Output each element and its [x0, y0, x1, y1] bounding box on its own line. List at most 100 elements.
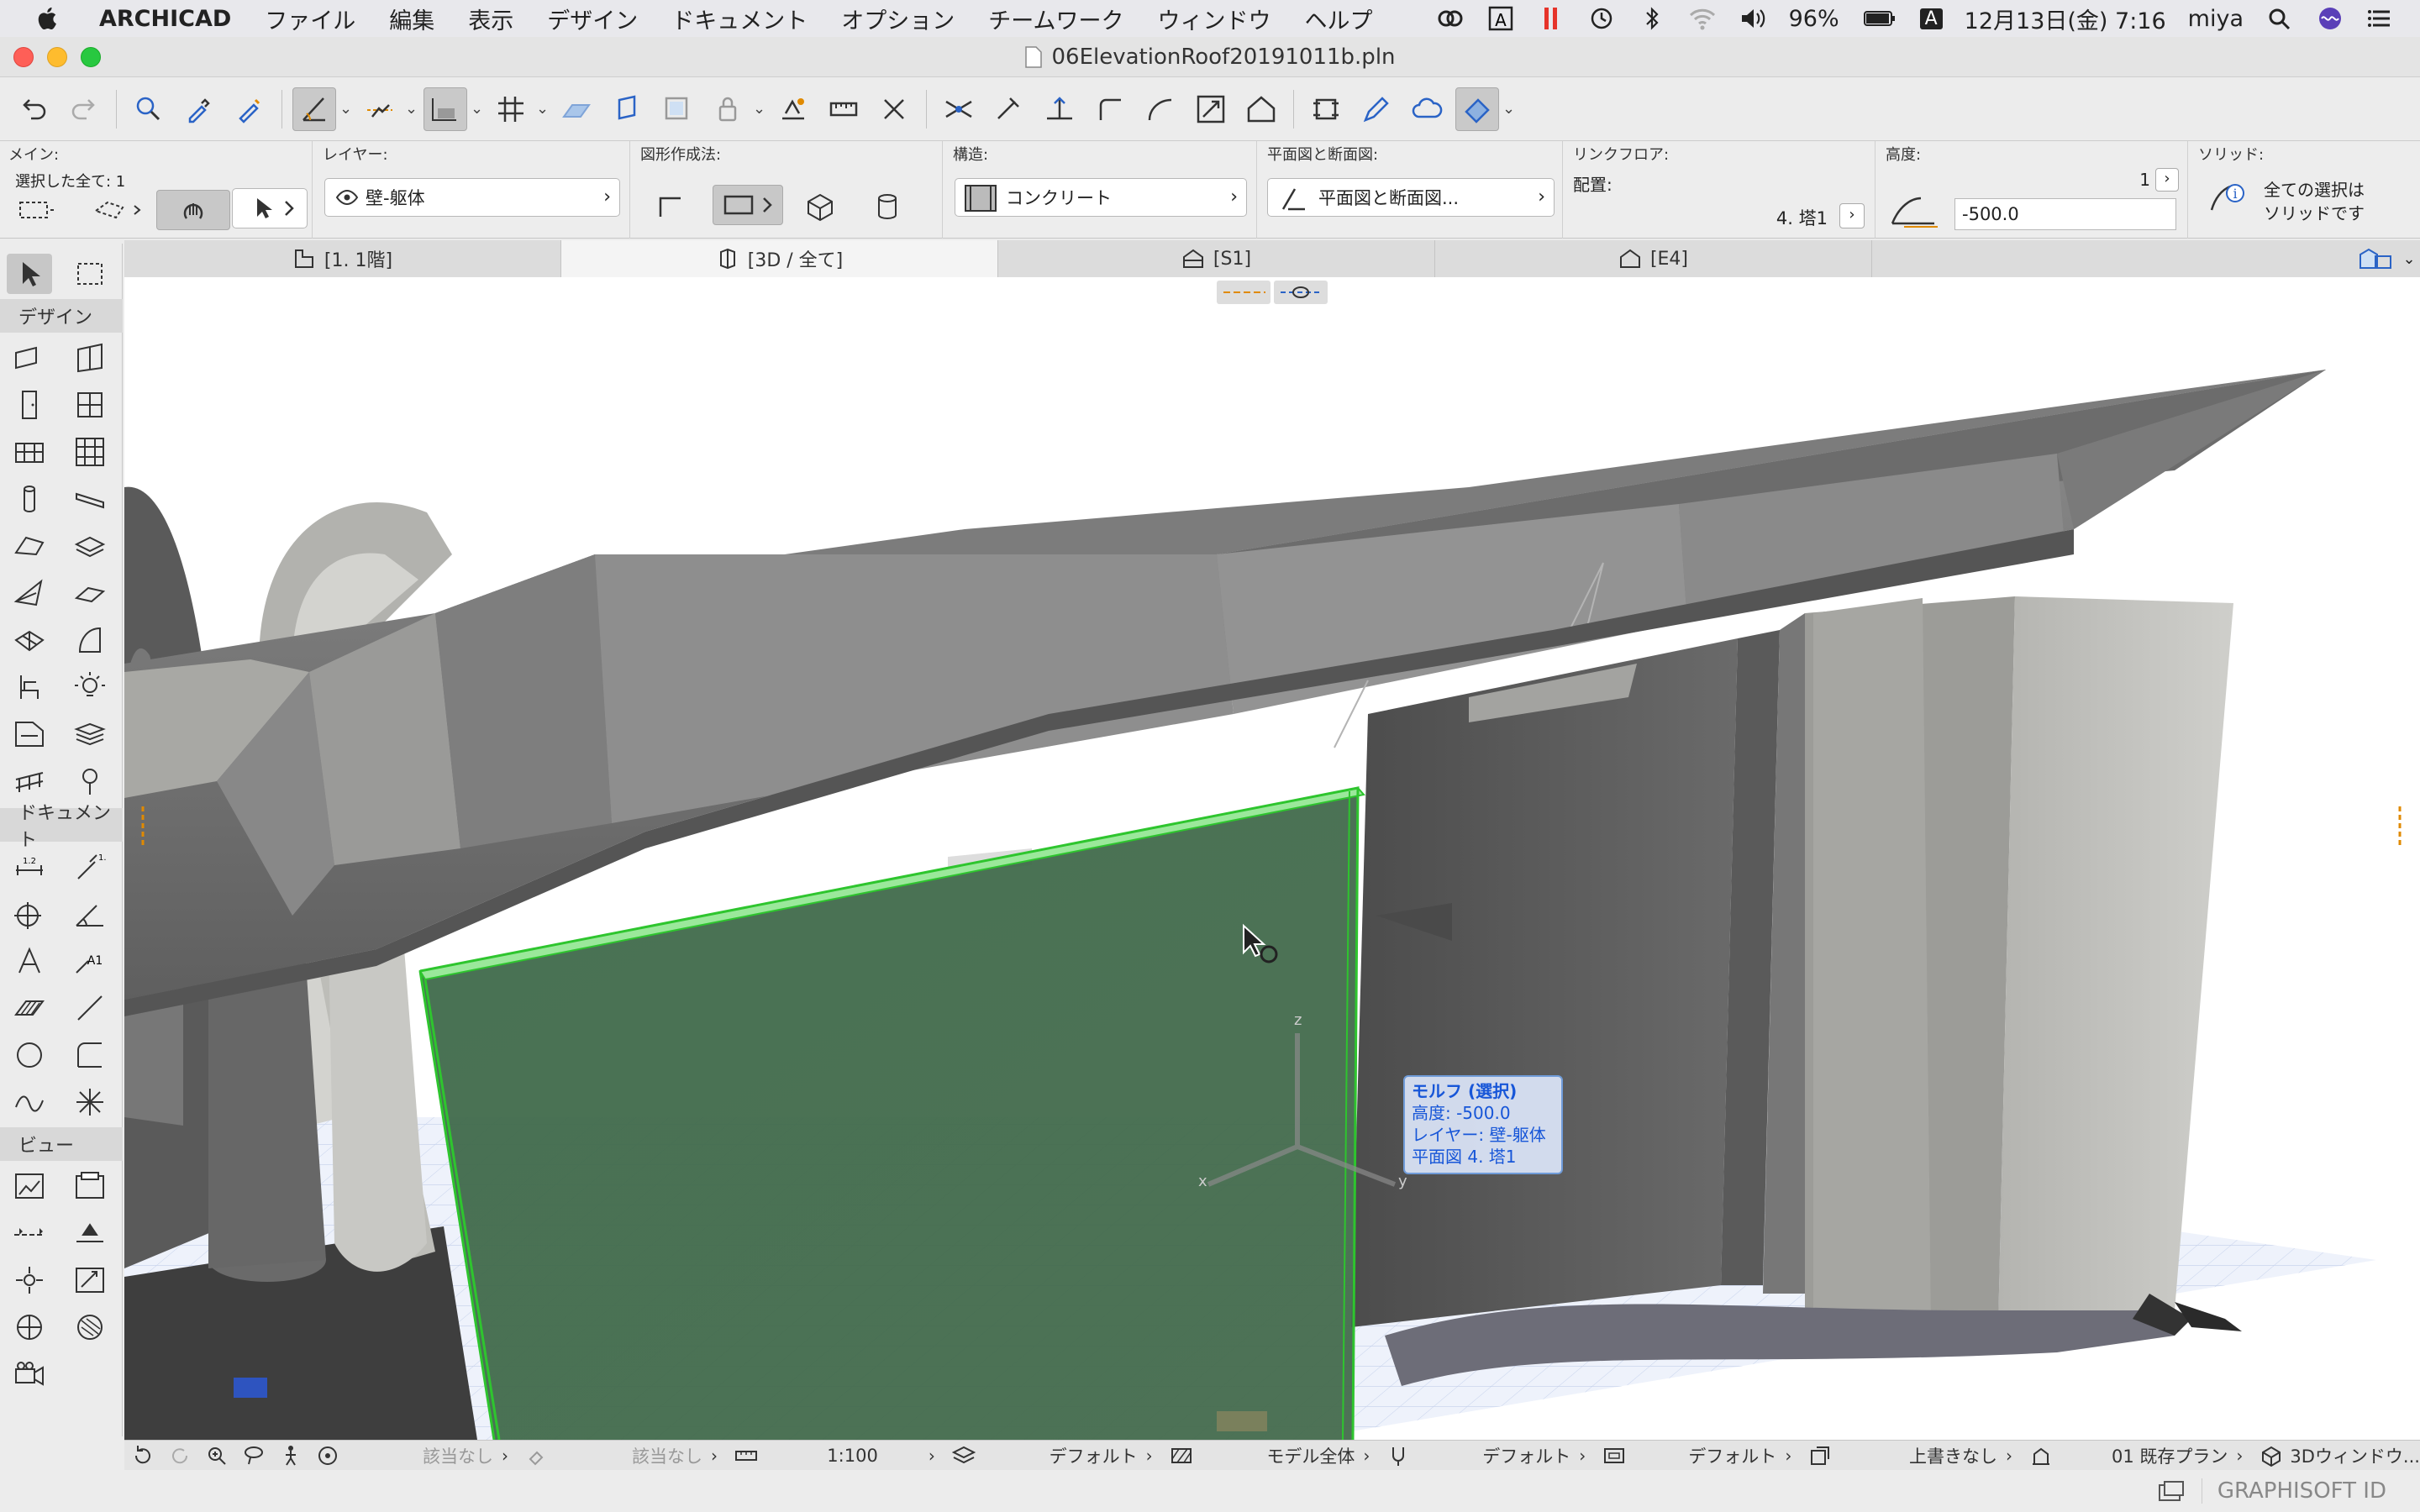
height-reference-button[interactable]: ›: [2155, 168, 2179, 192]
time-machine-icon[interactable]: [1587, 6, 1616, 31]
slab-tool[interactable]: [67, 526, 113, 566]
grid-snap-button[interactable]: [489, 87, 533, 131]
layer-selector[interactable]: 壁-躯体 ›: [324, 178, 620, 217]
interior-elevation-tool[interactable]: [7, 1307, 52, 1347]
minimize-window-button[interactable]: [47, 47, 67, 67]
redo-zoom-icon-wrap[interactable]: [518, 1441, 555, 1471]
section-tool[interactable]: [7, 1213, 52, 1253]
battery-icon[interactable]: [1861, 6, 1898, 31]
menu-teamwork[interactable]: チームワーク: [971, 3, 1140, 35]
siri-icon[interactable]: [2316, 6, 2344, 31]
panel-toggle-icon[interactable]: [2156, 1478, 2186, 1504]
mesh-tool[interactable]: [67, 573, 113, 613]
skylight-tool[interactable]: [67, 761, 113, 801]
trim-button[interactable]: [987, 87, 1031, 131]
menu-file[interactable]: ファイル: [248, 3, 372, 35]
plane-grid-button[interactable]: [555, 87, 598, 131]
level-dimension-tool[interactable]: 1.2: [67, 847, 113, 887]
undo-button[interactable]: [12, 87, 55, 131]
polyline-tool[interactable]: [67, 1035, 113, 1075]
zone-tool[interactable]: [7, 714, 52, 754]
roof-tool-button[interactable]: [1239, 87, 1283, 131]
redo-zoom-dropdown[interactable]: 該当なし ›: [555, 1441, 728, 1471]
element-settings-button[interactable]: [1304, 87, 1348, 131]
menubar-user[interactable]: miya: [2188, 6, 2244, 32]
zoom-window-button[interactable]: [81, 47, 101, 67]
marquee-tool[interactable]: [67, 254, 113, 294]
renovation-dropdown[interactable]: 01 既存プラン ›: [2060, 1441, 2253, 1471]
worksheet-tool[interactable]: [67, 1260, 113, 1300]
3d-model-scene[interactable]: z x y: [124, 277, 2420, 1440]
menu-document[interactable]: ドキュメント: [655, 3, 824, 35]
marquee-shape-button[interactable]: [86, 190, 150, 230]
geometry-rectangle-button[interactable]: [713, 185, 783, 225]
apple-icon[interactable]: [34, 4, 62, 33]
elevation-tool[interactable]: [67, 1213, 113, 1253]
wifi-icon[interactable]: [1688, 6, 1717, 31]
menu-options[interactable]: オプション: [824, 3, 971, 35]
model-view-dropdown-status[interactable]: モデル全体 ›: [1200, 1441, 1381, 1471]
angle-dimension-tool[interactable]: [67, 894, 113, 934]
object-tool[interactable]: [7, 667, 52, 707]
arrow-tool-button[interactable]: [232, 188, 308, 228]
undo-zoom-dropdown[interactable]: 該当なし ›: [346, 1441, 518, 1471]
spotlight-search-icon[interactable]: [2265, 6, 2294, 31]
dimension-tool[interactable]: 1.2: [7, 847, 52, 887]
menu-view[interactable]: 表示: [451, 3, 530, 35]
guide-lines-dropdown[interactable]: ⌄: [339, 100, 355, 118]
snap-guides-dropdown[interactable]: ⌄: [405, 100, 420, 118]
arc-circle-tool[interactable]: [7, 1035, 52, 1075]
orbit-button[interactable]: [309, 1441, 346, 1471]
menu-app-archicad[interactable]: ARCHICAD: [82, 6, 248, 32]
walk-button[interactable]: [272, 1441, 309, 1471]
railing-tool[interactable]: [7, 761, 52, 801]
menu-window[interactable]: ウィンドウ: [1140, 3, 1287, 35]
stair-tool[interactable]: [67, 620, 113, 660]
layer-combo-dropdown[interactable]: デフォルト ›: [982, 1441, 1163, 1471]
lock-selection-button[interactable]: [156, 190, 230, 230]
plan-section-selector[interactable]: 平面図と断面図... ›: [1267, 178, 1555, 217]
tab-floor-plan[interactable]: [1. 1階]: [124, 240, 561, 277]
tab-elevation-e4[interactable]: [E4]: [1435, 240, 1872, 277]
toolbox-document-group[interactable]: ドキュメント: [0, 803, 123, 851]
toolbox-design-group[interactable]: デザイン: [0, 299, 123, 333]
selected-morph[interactable]: [418, 786, 1365, 1440]
radial-dimension-tool[interactable]: [7, 894, 52, 934]
show-hide-button[interactable]: [655, 87, 699, 131]
redo-view-button[interactable]: [161, 1441, 198, 1471]
pick-up-parameters-button[interactable]: [177, 87, 221, 131]
text-input-icon[interactable]: A: [1486, 6, 1515, 31]
menubar-clock[interactable]: 12月13日(金) 7:16: [1965, 3, 2166, 35]
volume-icon[interactable]: [1739, 6, 1767, 31]
graphisoft-id-label[interactable]: GRAPHISOFT ID: [2217, 1478, 2386, 1504]
scale-dropdown[interactable]: 1:100 ›: [765, 1441, 945, 1471]
suspend-groups-dropdown[interactable]: ⌄: [753, 100, 768, 118]
trace-button[interactable]: [605, 87, 649, 131]
roof-tool[interactable]: [7, 526, 52, 566]
tab-3d-view[interactable]: [3D / 全て]: [561, 240, 998, 277]
notification-center-icon[interactable]: [2366, 6, 2395, 31]
measure-button[interactable]: [822, 87, 865, 131]
geometry-box-button[interactable]: [800, 186, 840, 227]
column-tool[interactable]: [7, 432, 52, 472]
pause-recording-icon[interactable]: [1537, 6, 1565, 31]
line-tool[interactable]: [67, 988, 113, 1028]
model-view-dropdown[interactable]: ⌄: [1502, 100, 1518, 118]
structure-selector[interactable]: コンクリート ›: [955, 178, 1247, 217]
creative-cloud-icon[interactable]: [1436, 6, 1465, 31]
geometry-revolve-button[interactable]: [867, 186, 908, 227]
bimcloud-button[interactable]: [1405, 87, 1449, 131]
toolbox-view-group[interactable]: ビュー: [0, 1127, 123, 1161]
menu-edit[interactable]: 編集: [372, 3, 451, 35]
curve-edit-button[interactable]: [1139, 87, 1182, 131]
input-source-indicator[interactable]: A: [1919, 8, 1943, 29]
shell-tool[interactable]: [7, 573, 52, 613]
tab-section-s1[interactable]: [S1]: [998, 240, 1435, 277]
change-tool[interactable]: [67, 1307, 113, 1347]
hotspot-tool[interactable]: [67, 1082, 113, 1122]
column-cylinder-tool[interactable]: [7, 479, 52, 519]
grid-snap-dropdown[interactable]: ⌄: [536, 100, 551, 118]
selection-method-button[interactable]: [12, 190, 62, 230]
3d-viewport[interactable]: z x y モルフ (選択) 高度: -500.0 レイヤー: 壁-躯体 平面図…: [124, 277, 2420, 1440]
navigator-menu-button[interactable]: ⌄: [2353, 240, 2420, 277]
